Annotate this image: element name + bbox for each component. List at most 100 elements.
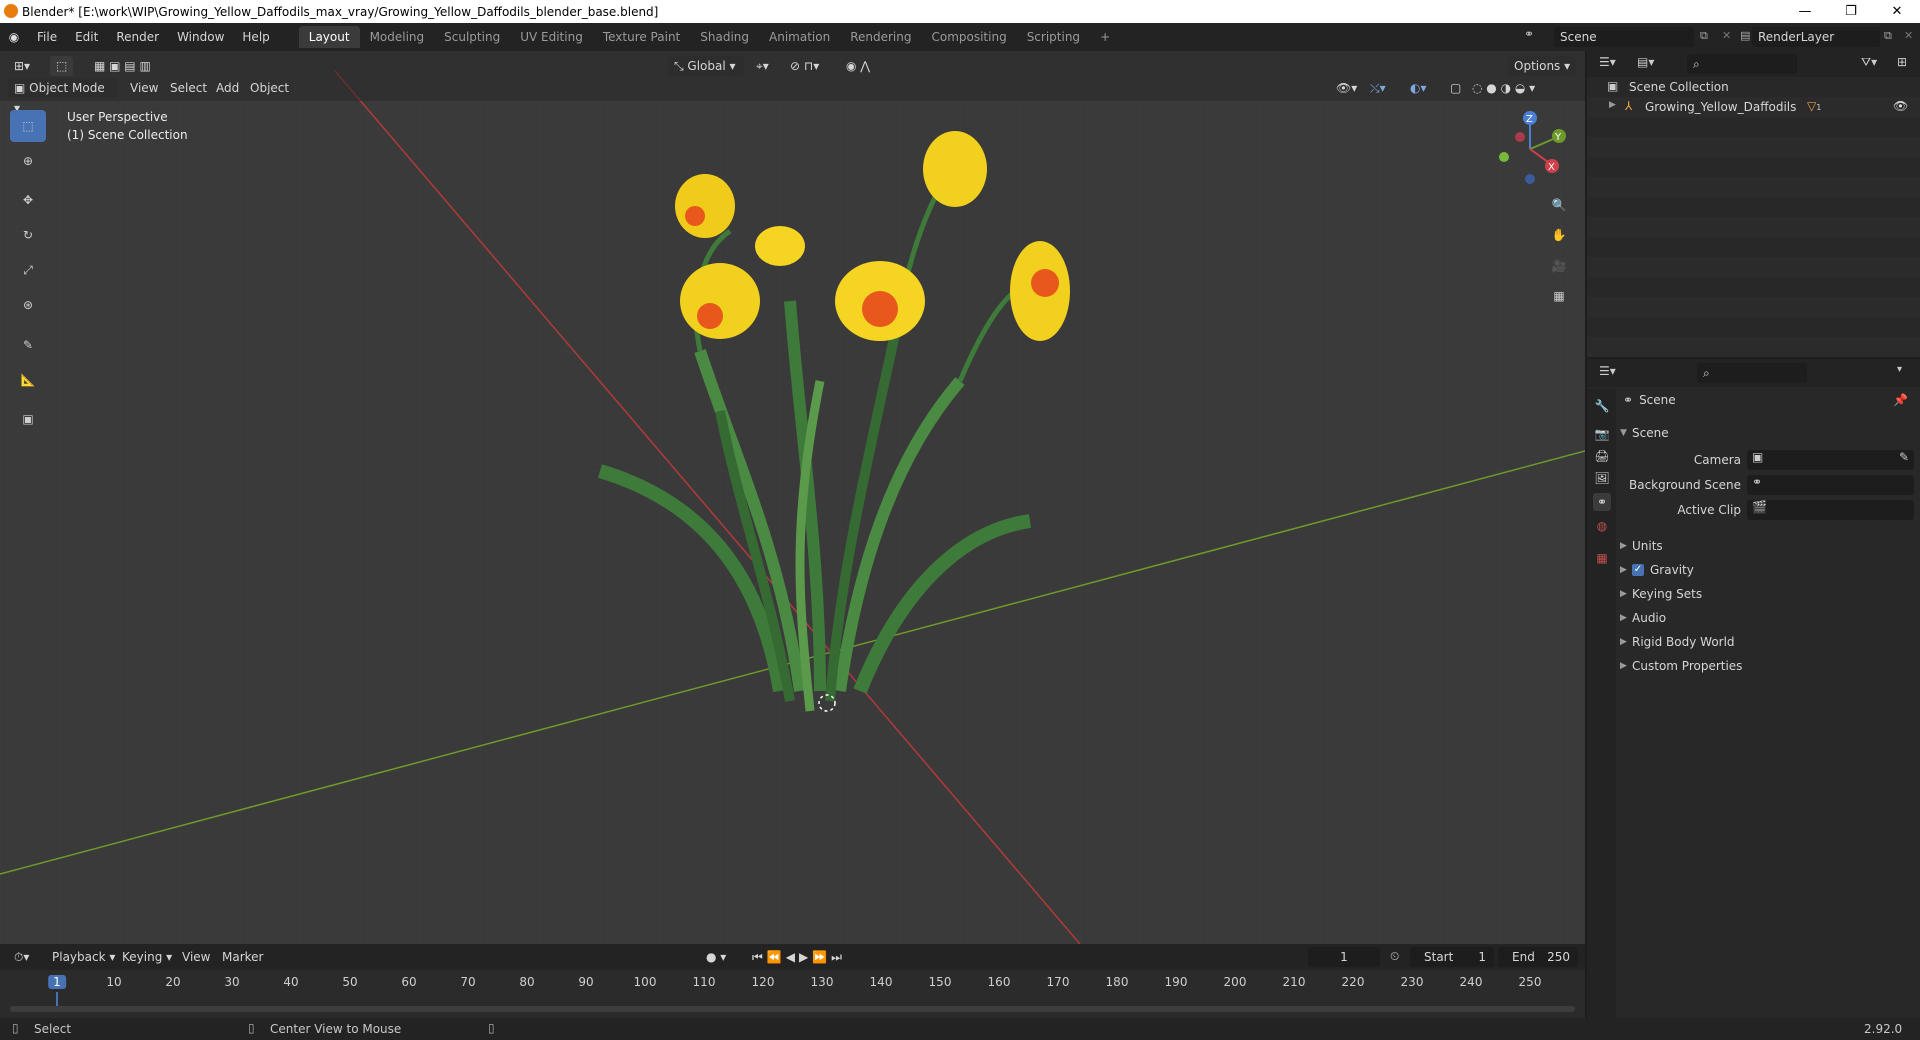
mode-select[interactable]: ▣ Object Mode ▾ xyxy=(8,78,118,115)
tool-transform-icon[interactable]: ⊛ xyxy=(10,289,46,321)
end-frame-field[interactable]: End 250 xyxy=(1498,947,1578,967)
outliner-editor-icon[interactable]: ☰▾ xyxy=(1599,55,1616,69)
blender-menu-icon[interactable]: ◉ xyxy=(0,30,28,44)
timeline-menu-keying[interactable]: Keying ▾ xyxy=(116,947,178,967)
panel-header-keying-sets[interactable]: ▶ Keying Sets xyxy=(1620,582,1702,606)
tab-modeling[interactable]: Modeling xyxy=(360,26,435,48)
camera-field[interactable]: ▣ ✎ xyxy=(1747,450,1914,470)
panel-header-custom-properties[interactable]: ▶ Custom Properties xyxy=(1620,654,1742,678)
expand-arrow-icon[interactable]: ▶ xyxy=(1609,100,1616,110)
select-tool-icon[interactable]: ⬚ xyxy=(50,56,74,76)
outliner-search-input[interactable]: ⌕ xyxy=(1687,54,1797,74)
panel-header-units[interactable]: ▶ Units xyxy=(1620,534,1663,558)
menu-help[interactable]: Help xyxy=(233,23,278,51)
render-tab-icon[interactable]: 📷 xyxy=(1593,425,1611,443)
tool-rotate-icon[interactable]: ↻ xyxy=(10,219,46,251)
gizmo-toggle-icon[interactable]: ⤯▾ xyxy=(1364,78,1392,98)
tab-compositing[interactable]: Compositing xyxy=(921,26,1016,48)
properties-editor-icon[interactable]: ☰▾ xyxy=(1599,364,1616,378)
tab-shading[interactable]: Shading xyxy=(690,26,759,48)
tool-add-cube-icon[interactable]: ▣ xyxy=(10,403,46,435)
tab-scripting[interactable]: Scripting xyxy=(1017,26,1090,48)
new-collection-icon[interactable]: ⊞ xyxy=(1897,55,1907,69)
menu-file[interactable]: File xyxy=(28,23,66,51)
panel-header-rigid-body-world[interactable]: ▶ Rigid Body World xyxy=(1620,630,1735,654)
xray-icon[interactable]: ▢ xyxy=(1444,78,1467,98)
overlay-toggle-icon[interactable]: ◐▾ xyxy=(1404,78,1433,98)
zoom-icon[interactable]: 🔍 xyxy=(1545,191,1573,219)
tab-animation[interactable]: Animation xyxy=(759,26,840,48)
delete-view-layer-icon[interactable]: ✕ xyxy=(1904,29,1913,42)
orientation-select[interactable]: ⤡ Global ▾ xyxy=(668,56,744,76)
camera-view-icon[interactable]: 🎥 xyxy=(1545,252,1573,280)
menu-render[interactable]: Render xyxy=(107,23,168,51)
visibility-eye-icon[interactable]: 👁 xyxy=(1893,99,1908,113)
pivot-icon[interactable]: ⌖▾ xyxy=(750,56,775,76)
maximize-button[interactable]: ❐ xyxy=(1828,0,1874,23)
active-clip-field[interactable]: 🎬 xyxy=(1747,500,1914,520)
properties-options-icon[interactable]: ▾ xyxy=(1897,364,1902,375)
tool-move-icon[interactable]: ✥ xyxy=(10,184,46,216)
panel-header-audio[interactable]: ▶ Audio xyxy=(1620,606,1666,630)
tab-sculpting[interactable]: Sculpting xyxy=(434,26,510,48)
view-layer-selector[interactable]: RenderLayer xyxy=(1752,27,1880,47)
current-frame-field[interactable]: 1 xyxy=(1308,947,1380,967)
minimize-button[interactable]: — xyxy=(1782,0,1828,23)
delete-scene-icon[interactable]: ✕ xyxy=(1722,29,1731,42)
shading-mode-icons[interactable]: ◌ ● ◑ ◒ ▾ xyxy=(1466,78,1541,98)
snap-icon[interactable]: ⊘ ⊓▾ xyxy=(784,56,825,76)
record-icon[interactable]: ● ▾ xyxy=(700,947,732,967)
outliner-row-scene-collection[interactable]: ▣ Scene Collection xyxy=(1587,77,1920,97)
tool-scale-icon[interactable]: ⤢ xyxy=(10,254,46,286)
add-workspace-button[interactable]: + xyxy=(1090,26,1120,48)
outliner-row-object[interactable]: ▶ ⅄ Growing_Yellow_Daffodils ▽1 👁 xyxy=(1587,97,1920,117)
filter-icon[interactable]: ⛛▾ xyxy=(1861,55,1877,70)
new-view-layer-icon[interactable]: ⧉ xyxy=(1884,29,1892,43)
playback-controls-icons[interactable]: ⏮⏪◀▶⏩⏭ xyxy=(746,947,852,967)
viewport-menu-add[interactable]: Add xyxy=(210,78,245,98)
options-button[interactable]: Options ▾ xyxy=(1508,56,1577,76)
pin-icon[interactable]: 📌 xyxy=(1893,393,1908,407)
tab-rendering[interactable]: Rendering xyxy=(840,26,921,48)
tool-measure-icon[interactable]: 📐 xyxy=(10,364,46,396)
texture-tab-icon[interactable]: ▦ xyxy=(1593,549,1611,567)
timeline-editor[interactable]: ⏱▾ Playback ▾ Keying ▾ View Marker ● ▾ ⏮… xyxy=(0,944,1585,1018)
gravity-checkbox[interactable]: ✓ xyxy=(1632,564,1644,576)
tool-cursor-icon[interactable]: ⊕ xyxy=(10,145,46,177)
3d-viewport[interactable]: ⊞▾ ⬚ ▦ ▣ ▤ ▥ ⤡ Global ▾ ⌖▾ ⊘ ⊓▾ ◉ ⋀ Opti… xyxy=(0,51,1585,944)
tab-layout[interactable]: Layout xyxy=(298,26,360,48)
start-frame-field[interactable]: Start 1 xyxy=(1410,947,1494,967)
tool-tab-icon[interactable]: 🔧 xyxy=(1593,397,1611,415)
viewport-menu-select[interactable]: Select xyxy=(164,78,213,98)
timeline-menu-view[interactable]: View xyxy=(176,947,216,967)
viewport-menu-object[interactable]: Object xyxy=(244,78,295,98)
tool-select-box-icon[interactable]: ⬚ xyxy=(10,110,46,142)
world-tab-icon[interactable]: ◍ xyxy=(1593,517,1611,535)
viewport-menu-view[interactable]: View xyxy=(124,78,164,98)
perspective-grid-icon[interactable]: ▦ xyxy=(1545,282,1573,310)
selection-mode-icons[interactable]: ▦ ▣ ▤ ▥ xyxy=(88,56,157,76)
menu-edit[interactable]: Edit xyxy=(66,23,107,51)
scene-selector[interactable]: Scene xyxy=(1554,27,1694,47)
background-scene-field[interactable]: ⚭ xyxy=(1747,475,1914,495)
close-button[interactable]: ✕ xyxy=(1874,0,1920,23)
new-scene-icon[interactable]: ⧉ xyxy=(1700,29,1708,43)
timeline-scrollbar[interactable] xyxy=(10,1006,1575,1012)
timeline-editor-icon[interactable]: ⏱▾ xyxy=(8,947,35,967)
playhead-line[interactable] xyxy=(56,992,58,1006)
tab-uv-editing[interactable]: UV Editing xyxy=(510,26,593,48)
display-mode-icon[interactable]: ▤▾ xyxy=(1637,55,1654,69)
timeline-menu-marker[interactable]: Marker xyxy=(216,947,269,967)
panel-header-scene[interactable]: ▼ Scene xyxy=(1620,421,1669,445)
editor-type-icon[interactable]: ⊞▾ xyxy=(8,56,36,76)
eyedropper-icon[interactable]: ✎ xyxy=(1899,450,1909,464)
proportional-edit-icon[interactable]: ◉ ⋀ xyxy=(840,56,876,76)
menu-window[interactable]: Window xyxy=(168,23,233,51)
visibility-icon[interactable]: 👁▾ xyxy=(1330,78,1363,98)
panel-header-gravity[interactable]: ▶ ✓ Gravity xyxy=(1620,558,1694,582)
timeline-menu-playback[interactable]: Playback ▾ xyxy=(46,947,121,967)
properties-search-input[interactable]: ⌕ xyxy=(1697,363,1807,383)
tab-texture-paint[interactable]: Texture Paint xyxy=(593,26,690,48)
navigation-gizmo[interactable]: Z Y X xyxy=(1490,109,1570,189)
pan-hand-icon[interactable]: ✋ xyxy=(1545,221,1573,249)
